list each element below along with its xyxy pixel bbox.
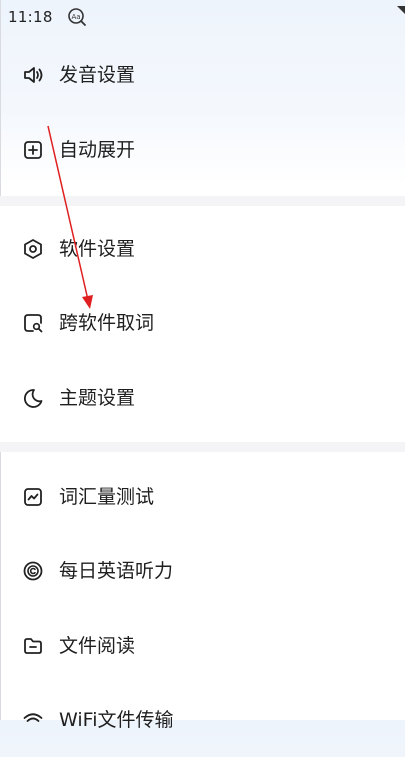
menu-item-auto-expand[interactable]: 自动展开 xyxy=(0,113,405,187)
menu-item-theme-settings[interactable]: 主题设置 xyxy=(0,361,405,435)
trend-chart-icon xyxy=(24,488,42,506)
menu-item-label: 软件设置 xyxy=(59,238,136,260)
menu-item-cross-app-lookup[interactable]: 跨软件取词 xyxy=(0,286,405,360)
menu-item-vocabulary-test[interactable]: 词汇量测试 xyxy=(0,460,405,534)
moon-icon xyxy=(23,389,43,408)
menu-item-label: 主题设置 xyxy=(59,387,136,409)
menu-item-label: WiFi文件传输 xyxy=(59,709,174,731)
menu-item-label: 自动展开 xyxy=(59,139,136,161)
folder-icon xyxy=(24,638,42,654)
section-divider xyxy=(0,442,405,452)
section-divider xyxy=(0,196,405,206)
menu-item-daily-english-listening[interactable]: 每日英语听力 xyxy=(0,534,405,608)
menu-item-file-reading[interactable]: 文件阅读 xyxy=(0,609,405,683)
search-square-icon xyxy=(24,314,43,333)
status-time: 11:18 xyxy=(8,8,53,26)
menu-item-wifi-file-transfer[interactable]: WiFi文件传输 xyxy=(0,683,405,757)
menu-item-label: 发音设置 xyxy=(59,64,136,86)
menu-item-pronunciation-settings[interactable]: 发音设置 xyxy=(0,38,405,112)
signal-icon xyxy=(397,6,405,14)
dictionary-aa-icon: Aa xyxy=(68,8,86,26)
svg-text:Aa: Aa xyxy=(71,13,80,21)
speaker-icon xyxy=(24,67,43,83)
wifi-icon xyxy=(23,713,43,722)
menu-item-label: 词汇量测试 xyxy=(59,486,155,508)
hexagon-settings-icon xyxy=(24,239,42,259)
copyright-circle-icon xyxy=(23,561,43,581)
menu-item-label: 跨软件取词 xyxy=(59,312,155,334)
status-bar: 11:18 Aa xyxy=(0,0,405,34)
plus-square-icon xyxy=(24,141,42,159)
menu-item-software-settings[interactable]: 软件设置 xyxy=(0,212,405,286)
menu-item-label: 每日英语听力 xyxy=(59,560,174,582)
menu-item-label: 文件阅读 xyxy=(59,635,136,657)
